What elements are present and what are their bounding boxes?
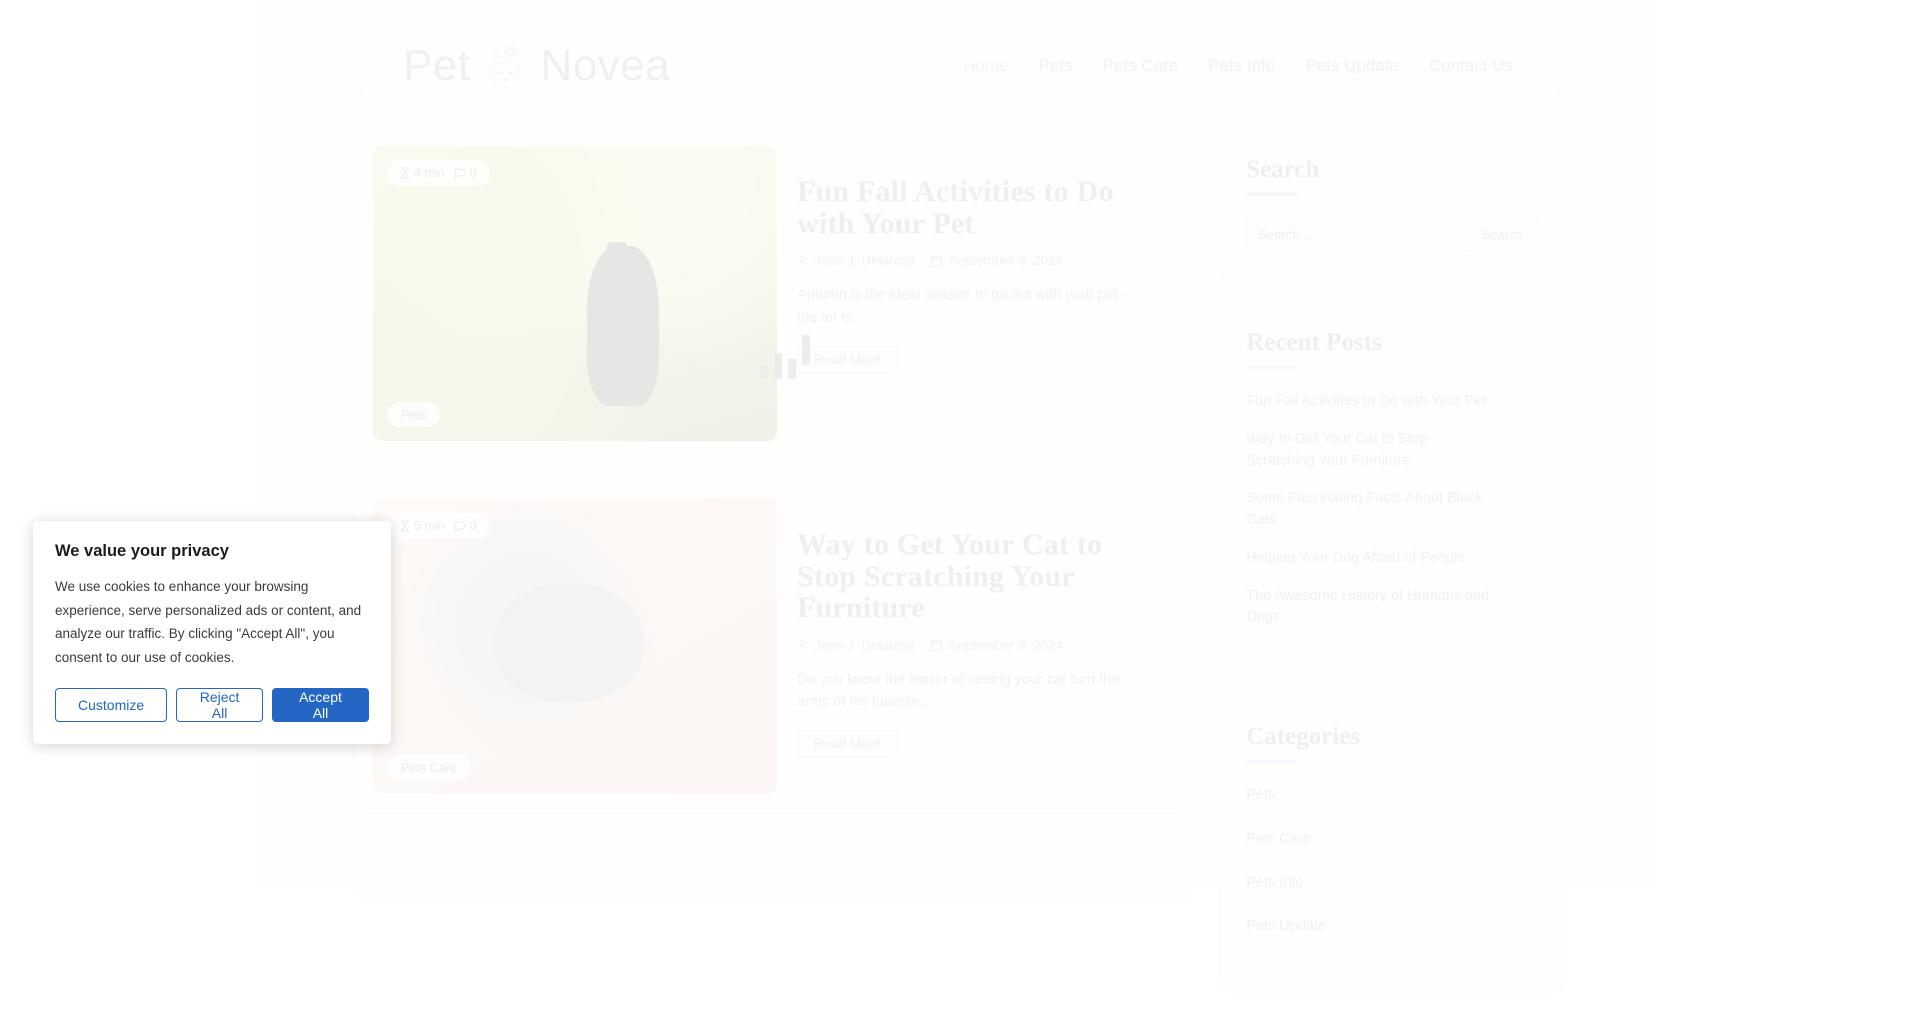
search-widget-title: Search xyxy=(1246,156,1539,184)
post-author-name: Jean J. Delarosa xyxy=(814,253,915,268)
read-time-label: 4 min xyxy=(414,166,445,180)
post-title[interactable]: Fun Fall Activities to Do with Your Pet xyxy=(797,176,1167,239)
calendar-icon xyxy=(931,255,942,267)
read-time: 4 min xyxy=(400,166,445,180)
post-author: Jean J. Delarosa xyxy=(797,253,915,268)
reject-all-button[interactable]: Reject All xyxy=(176,688,263,722)
sidebar: Search Search Recent Posts Fun Fall Acti… xyxy=(1220,132,1565,1014)
read-more-button[interactable]: Read More xyxy=(797,346,898,373)
recent-posts-widget: Recent Posts Fun Fall Activities to Do w… xyxy=(1220,305,1565,673)
title-underline xyxy=(1246,193,1298,196)
comment-count-label: 0 xyxy=(470,166,477,180)
user-icon xyxy=(797,639,808,651)
title-underline xyxy=(1246,366,1298,369)
site-header: Pet Novea Home Pets Pets Care xyxy=(355,22,1565,110)
nav-item-pets-care[interactable]: Pets Care xyxy=(1103,56,1179,76)
nav-item-pets-update[interactable]: Pets Update xyxy=(1305,56,1399,76)
search-form: Search xyxy=(1246,218,1539,251)
comment-count: 0 xyxy=(454,166,477,180)
comment-icon xyxy=(454,521,466,532)
search-input[interactable] xyxy=(1246,218,1466,251)
post-author-name: Jean J. Delarosa xyxy=(814,638,915,653)
list-item[interactable]: Pets xyxy=(1246,785,1496,807)
post-author: Jean J. Delarosa xyxy=(797,638,915,653)
accept-all-button[interactable]: Accept All xyxy=(272,688,369,722)
list-item[interactable]: Way to Get Your Cat to Stop Scratching Y… xyxy=(1246,429,1496,473)
recent-posts-list: Fun Fall Activities to Do with Your Pet … xyxy=(1246,391,1539,629)
comment-count-label: 0 xyxy=(470,519,477,533)
list-item[interactable]: Some Fascinating Facts About Black Cats xyxy=(1246,488,1496,532)
title-underline xyxy=(1246,760,1298,763)
post-meta: Jean J. Delarosa September 9, 2024 xyxy=(797,638,1174,653)
post-list: 4 min 0 Pets Fun Fall Activities to Do w… xyxy=(355,132,1192,924)
post-date-label: September 9, 2024 xyxy=(948,253,1063,268)
list-item[interactable]: Pets Info xyxy=(1246,873,1496,895)
post-category-tag[interactable]: Pets Care xyxy=(387,755,471,780)
post-thumbnail[interactable]: 5 min 0 Pets Care xyxy=(373,499,777,794)
post-category-tag[interactable]: Pets xyxy=(387,402,440,427)
post-excerpt: Autumn is the ideal season to go out wit… xyxy=(797,284,1147,330)
user-icon xyxy=(797,255,808,267)
comment-count: 0 xyxy=(454,519,477,533)
post-excerpt: Do you know the horror of seeing your ca… xyxy=(797,669,1147,715)
list-item[interactable]: Pets Update xyxy=(1246,916,1496,938)
logo-text-left: Pet xyxy=(403,41,471,91)
search-button[interactable]: Search xyxy=(1466,218,1539,251)
post-date: September 9, 2024 xyxy=(931,253,1063,268)
nav-item-home[interactable]: Home xyxy=(963,56,1008,76)
post-body: Way to Get Your Cat to Stop Scratching Y… xyxy=(797,503,1174,794)
cookie-dialog-body: We use cookies to enhance your browsing … xyxy=(55,575,369,670)
site-logo[interactable]: Pet Novea xyxy=(403,35,670,97)
nav-item-pets-info[interactable]: Pets Info xyxy=(1208,56,1275,76)
dog-logo-icon xyxy=(475,35,537,97)
list-item[interactable]: Fun Fall Activities to Do with Your Pet xyxy=(1246,391,1496,413)
post-body: Fun Fall Activities to Do with Your Pet … xyxy=(797,150,1174,441)
hourglass-icon xyxy=(400,167,410,179)
comment-icon xyxy=(454,168,466,179)
post-meta: Jean J. Delarosa September 9, 2024 xyxy=(797,253,1174,268)
list-item[interactable]: Helping Your Dog Afraid of People xyxy=(1246,548,1496,570)
read-more-button[interactable]: Read More xyxy=(797,730,898,757)
calendar-icon xyxy=(931,639,942,651)
nav-item-pets[interactable]: Pets xyxy=(1039,56,1073,76)
post-date: September 9, 2024 xyxy=(931,638,1063,653)
cookie-dialog-title: We value your privacy xyxy=(55,542,369,561)
list-item[interactable]: Pets Care xyxy=(1246,829,1496,851)
decorative-bars xyxy=(760,335,810,379)
post-badge: 5 min 0 xyxy=(387,513,490,539)
main-navigation: Home Pets Pets Care Pets Info Pets Updat… xyxy=(963,56,1513,76)
recent-posts-title: Recent Posts xyxy=(1246,329,1539,357)
post-badge: 4 min 0 xyxy=(387,160,490,186)
post-thumbnail[interactable]: 4 min 0 Pets xyxy=(373,146,777,441)
main-layout: 4 min 0 Pets Fun Fall Activities to Do w… xyxy=(355,132,1565,1014)
categories-list: Pets Pets Care Pets Info Pets Update xyxy=(1246,785,1539,938)
customize-button[interactable]: Customize xyxy=(55,688,167,722)
page-background: Pet Novea Home Pets Pets Care xyxy=(0,0,1920,888)
post-title[interactable]: Way to Get Your Cat to Stop Scratching Y… xyxy=(797,529,1167,624)
post-card[interactable] xyxy=(355,838,1192,898)
post-date-label: September 9, 2024 xyxy=(948,638,1063,653)
list-item[interactable]: The Awesome History of Humans and Dogs xyxy=(1246,586,1496,630)
logo-text-right: Novea xyxy=(541,41,671,91)
hourglass-icon xyxy=(400,520,410,532)
post-card[interactable]: 4 min 0 Pets Fun Fall Activities to Do w… xyxy=(355,132,1192,459)
post-card[interactable]: 5 min 0 Pets Care Way to Get Your Cat to… xyxy=(355,485,1192,812)
categories-title: Categories xyxy=(1246,723,1539,751)
cookie-consent-dialog: We value your privacy We use cookies to … xyxy=(33,521,391,744)
nav-item-contact-us[interactable]: Contact Us xyxy=(1429,56,1513,76)
categories-widget: Categories Pets Pets Care Pets Info Pets… xyxy=(1220,699,1565,988)
cookie-dialog-actions: Customize Reject All Accept All xyxy=(55,688,369,722)
search-widget: Search Search xyxy=(1220,132,1565,279)
read-time-label: 5 min xyxy=(414,519,445,533)
read-time: 5 min xyxy=(400,519,445,533)
